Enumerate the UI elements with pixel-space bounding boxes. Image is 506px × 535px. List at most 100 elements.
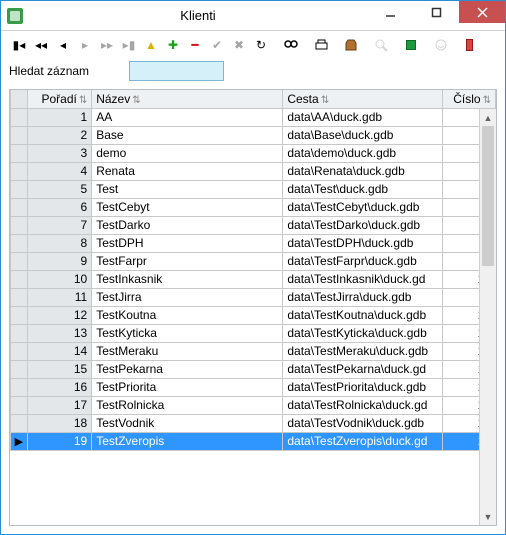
scroll-down-icon[interactable]: ▼ [480, 508, 496, 525]
cell-poradi: 14 [27, 342, 92, 360]
edit-icon[interactable]: ▲ [141, 35, 161, 55]
last-record-icon[interactable]: ▸▮ [119, 35, 139, 55]
table-row[interactable]: ▶19TestZveropisdata\TestZveropis\duck.gd… [11, 432, 496, 450]
col-marker[interactable] [11, 90, 28, 108]
cell-poradi: 8 [27, 234, 92, 252]
maximize-button[interactable] [413, 1, 459, 23]
sort-icon: ⇅ [321, 95, 329, 106]
first-record-icon[interactable]: ▮◂ [9, 35, 29, 55]
data-grid[interactable]: Pořadí⇅ Název⇅ Cesta⇅ Číslo⇅ 1AAdata\AA\… [9, 89, 497, 526]
row-marker [11, 144, 28, 162]
refresh-icon[interactable]: ↻ [251, 35, 271, 55]
add-icon[interactable]: ✚ [163, 35, 183, 55]
window-buttons [367, 1, 505, 30]
table-row[interactable]: 12TestKoutnadata\TestKoutna\duck.gdb12 [11, 306, 496, 324]
cell-cesta: data\TestPekarna\duck.gd [283, 360, 443, 378]
tool-icon[interactable] [341, 35, 361, 55]
cell-poradi: 12 [27, 306, 92, 324]
cell-poradi: 19 [27, 432, 92, 450]
table-row[interactable]: 14TestMerakudata\TestMeraku\duck.gdb14 [11, 342, 496, 360]
table-row[interactable]: 4Renatadata\Renata\duck.gdb4 [11, 162, 496, 180]
cell-nazev: TestFarpr [92, 252, 283, 270]
cell-nazev: TestZveropis [92, 432, 283, 450]
search-label: Hledat záznam [9, 64, 89, 78]
col-poradi[interactable]: Pořadí⇅ [27, 90, 92, 108]
cell-cesta: data\TestKoutna\duck.gdb [283, 306, 443, 324]
cell-cesta: data\AA\duck.gdb [283, 108, 443, 126]
prev-page-icon[interactable]: ◂◂ [31, 35, 51, 55]
vertical-scrollbar[interactable]: ▲ ▼ [479, 109, 496, 525]
cell-cesta: data\TestPriorita\duck.gdb [283, 378, 443, 396]
cell-cesta: data\Base\duck.gdb [283, 126, 443, 144]
col-nazev[interactable]: Název⇅ [92, 90, 283, 108]
table-row[interactable]: 3demodata\demo\duck.gdb3 [11, 144, 496, 162]
table-row[interactable]: 11TestJirradata\TestJirra\duck.gdb11 [11, 288, 496, 306]
smile-icon[interactable] [431, 35, 451, 55]
cell-poradi: 4 [27, 162, 92, 180]
row-marker [11, 270, 28, 288]
sort-icon: ⇅ [79, 95, 87, 106]
next-page-icon[interactable]: ▸▸ [97, 35, 117, 55]
find-icon[interactable] [281, 35, 301, 55]
next-record-icon[interactable]: ▸ [75, 35, 95, 55]
table-row[interactable]: 1AAdata\AA\duck.gdb1 [11, 108, 496, 126]
book-icon[interactable] [401, 35, 421, 55]
app-icon [7, 8, 23, 24]
table-row[interactable]: 7TestDarkodata\TestDarko\duck.gdb7 [11, 216, 496, 234]
scroll-thumb[interactable] [482, 126, 494, 266]
cell-poradi: 9 [27, 252, 92, 270]
cell-nazev: TestJirra [92, 288, 283, 306]
table-row[interactable]: 15TestPekarnadata\TestPekarna\duck.gd15 [11, 360, 496, 378]
table-row[interactable]: 13TestKytickadata\TestKyticka\duck.gdb13 [11, 324, 496, 342]
row-marker [11, 288, 28, 306]
sort-icon: ⇅ [483, 95, 491, 106]
prev-record-icon[interactable]: ◂ [53, 35, 73, 55]
cell-nazev: TestPekarna [92, 360, 283, 378]
table-row[interactable]: 18TestVodnikdata\TestVodnik\duck.gdb18 [11, 414, 496, 432]
table-row[interactable]: 9TestFarprdata\TestFarpr\duck.gdb9 [11, 252, 496, 270]
cell-cesta: data\TestInkasnik\duck.gd [283, 270, 443, 288]
cell-cesta: data\TestZveropis\duck.gd [283, 432, 443, 450]
scroll-up-icon[interactable]: ▲ [480, 109, 496, 126]
row-marker [11, 324, 28, 342]
col-cislo[interactable]: Číslo⇅ [443, 90, 496, 108]
minimize-button[interactable] [367, 1, 413, 23]
cell-nazev: TestPriorita [92, 378, 283, 396]
cell-nazev: Base [92, 126, 283, 144]
grid-table: Pořadí⇅ Název⇅ Cesta⇅ Číslo⇅ 1AAdata\AA\… [10, 90, 496, 451]
exit-icon[interactable] [461, 35, 481, 55]
cell-cesta: data\demo\duck.gdb [283, 144, 443, 162]
row-marker [11, 252, 28, 270]
cell-cesta: data\TestDPH\duck.gdb [283, 234, 443, 252]
cell-nazev: TestKyticka [92, 324, 283, 342]
cell-poradi: 6 [27, 198, 92, 216]
table-row[interactable]: 6TestCebytdata\TestCebyt\duck.gdb6 [11, 198, 496, 216]
cell-poradi: 3 [27, 144, 92, 162]
zoom-icon[interactable] [371, 35, 391, 55]
print-icon[interactable] [311, 35, 331, 55]
row-marker [11, 306, 28, 324]
cell-nazev: TestVodnik [92, 414, 283, 432]
header-row: Pořadí⇅ Název⇅ Cesta⇅ Číslo⇅ [11, 90, 496, 108]
row-marker [11, 378, 28, 396]
cell-nazev: TestKoutna [92, 306, 283, 324]
cell-cesta: data\Renata\duck.gdb [283, 162, 443, 180]
cell-nazev: TestInkasnik [92, 270, 283, 288]
col-cesta[interactable]: Cesta⇅ [283, 90, 443, 108]
cell-poradi: 7 [27, 216, 92, 234]
search-input[interactable] [129, 61, 224, 81]
table-row[interactable]: 17TestRolnickadata\TestRolnicka\duck.gd1… [11, 396, 496, 414]
table-row[interactable]: 16TestPrioritadata\TestPriorita\duck.gdb… [11, 378, 496, 396]
table-row[interactable]: 5Testdata\Test\duck.gdb5 [11, 180, 496, 198]
close-button[interactable] [459, 1, 505, 23]
cell-cesta: data\TestCebyt\duck.gdb [283, 198, 443, 216]
search-row: Hledat záznam [1, 59, 505, 89]
save-icon[interactable]: ✔ [207, 35, 227, 55]
table-row[interactable]: 8TestDPHdata\TestDPH\duck.gdb8 [11, 234, 496, 252]
cell-nazev: TestDPH [92, 234, 283, 252]
table-row[interactable]: 2Basedata\Base\duck.gdb2 [11, 126, 496, 144]
cell-nazev: demo [92, 144, 283, 162]
delete-icon[interactable]: ━ [185, 35, 205, 55]
cancel-icon[interactable]: ✖ [229, 35, 249, 55]
table-row[interactable]: 10TestInkasnikdata\TestInkasnik\duck.gd1… [11, 270, 496, 288]
